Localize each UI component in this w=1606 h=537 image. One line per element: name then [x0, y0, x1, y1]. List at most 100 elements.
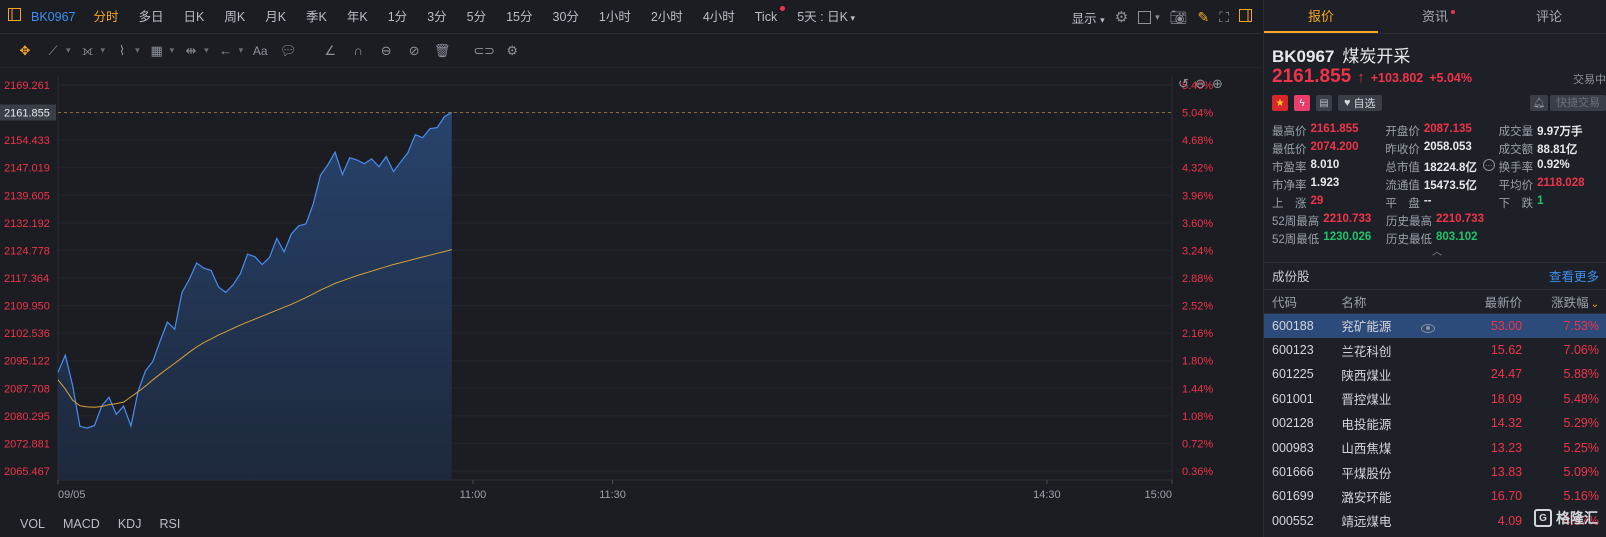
table-row[interactable]: 600188 兖矿能源 53.00 7.53% [1264, 313, 1606, 338]
price-cell: 16.70 [1466, 484, 1530, 508]
period-tab[interactable]: 3分 [417, 0, 456, 34]
period-tab[interactable]: 1小时 [589, 0, 641, 34]
zoom-in-icon[interactable]: ⊕ [1212, 77, 1223, 92]
table-row[interactable]: 601666 平煤股份 13.83 5.09% [1264, 460, 1606, 484]
table-row[interactable]: 000983 山西焦煤 13.23 5.25% [1264, 435, 1606, 459]
fib-tool-icon[interactable]: ▦ [146, 40, 168, 62]
period-tab[interactable]: 30分 [543, 0, 589, 34]
chevron-down-icon[interactable]: ▾ [101, 45, 106, 56]
period-tab[interactable]: 分时 [83, 0, 128, 34]
settings-icon[interactable]: ⚙ [1115, 8, 1128, 26]
period-tab[interactable]: 15分 [496, 0, 542, 34]
period-tab[interactable]: 年K [337, 0, 378, 34]
panel-tab[interactable]: 报价 [1264, 0, 1378, 33]
link-icon[interactable]: ⊂⊃ [473, 40, 495, 62]
stat-value: 2210.733 [1323, 213, 1372, 225]
bell-icon[interactable]: 🔔︎ [1530, 95, 1548, 111]
indicator-tab[interactable]: MACD [55, 517, 108, 531]
indicator-tab[interactable]: KDJ [110, 517, 150, 531]
period-tab[interactable]: 月K [255, 0, 296, 34]
table-row[interactable]: 600123 兰花科创 15.62 7.06% [1264, 338, 1606, 362]
china-flag-icon[interactable]: ★ [1272, 95, 1288, 111]
sidebar-toggle-icon[interactable] [0, 0, 29, 34]
period-tab[interactable]: 周K [214, 0, 255, 34]
comment-tool-icon[interactable]: 💬︎ [277, 40, 299, 62]
table-row[interactable]: 002128 电投能源 14.32 5.29% [1264, 411, 1606, 435]
period-tab[interactable]: 2小时 [641, 0, 693, 34]
stock-name-cell-text: 兖矿能源 [1341, 320, 1392, 335]
panel-toggle-icon[interactable] [1239, 9, 1252, 25]
fullscreen-icon[interactable]: ⛶ [1219, 9, 1229, 26]
chevron-down-icon[interactable]: ▾ [239, 45, 244, 56]
channel-tool-icon[interactable]: ⟗ [77, 40, 99, 62]
chart-canvas[interactable]: 2169.261 5.40%5.04%2154.433 4.68%2147.019 4… [0, 68, 1260, 508]
period-tab-label: 年K [346, 9, 368, 24]
quick-trade-button[interactable]: 快捷交易 [1550, 95, 1606, 111]
magnet-icon[interactable]: ∩ [347, 40, 369, 62]
chevron-down-icon[interactable]: ▾ [170, 45, 175, 56]
collapse-caret-icon[interactable]: ︿ [1432, 243, 1442, 258]
instrument-code[interactable]: BK0967 [29, 0, 83, 34]
table-row[interactable]: 601225 陕西煤业 24.47 5.88% [1264, 362, 1606, 386]
add-watchlist-button[interactable]: ♥ 自选 [1338, 95, 1382, 111]
stock-name-cell-text: 电投能源 [1341, 417, 1392, 432]
line-tool-icon[interactable]: ⟋ [42, 40, 64, 62]
period-tab-label: 分时 [93, 9, 119, 24]
zoom-out-icon[interactable]: ⊖ [1195, 77, 1206, 92]
camera-icon[interactable]: 📷︎ [1170, 9, 1188, 26]
column-header[interactable]: 名称 [1333, 289, 1466, 314]
period-tab[interactable]: 4小时 [693, 0, 745, 34]
stock-code-cell-text: 002128 [1272, 416, 1314, 431]
eye-icon[interactable] [1421, 323, 1436, 333]
display-menu[interactable]: 显示 ▾ [1072, 8, 1105, 27]
period-tab[interactable]: 1分 [378, 0, 417, 34]
stock-name-cell: 山西焦煤 [1333, 435, 1465, 459]
period-tab[interactable]: 日K [174, 0, 215, 34]
indicator-tab[interactable]: VOL [12, 517, 53, 531]
panel-tab[interactable]: 资讯 [1378, 0, 1492, 33]
stock-code-cell-text: 601001 [1272, 391, 1314, 406]
column-header[interactable]: 代码 [1264, 289, 1334, 314]
chevron-down-icon[interactable]: ▾ [66, 45, 71, 56]
lock-icon[interactable]: ⊖ [375, 40, 397, 62]
settings-icon[interactable]: ⚙ [501, 40, 523, 62]
info-icon[interactable]: ⋯ [1482, 159, 1495, 171]
stock-name-cell-text: 平煤股份 [1341, 466, 1392, 481]
angle-tool-icon[interactable]: ∠ [319, 40, 341, 62]
stat-value: 18224.8亿 [1423, 162, 1477, 174]
stock-code-cell-text: 600188 [1272, 318, 1314, 333]
panel-tab[interactable]: 评论 [1492, 0, 1606, 33]
stat-label: 总市值 [1385, 162, 1420, 174]
period-tab[interactable]: Tick [745, 0, 787, 34]
checkbox-icon[interactable] [1138, 10, 1152, 24]
move-cross-icon[interactable]: ✥ [14, 40, 36, 62]
indicator-tab[interactable]: RSI [151, 517, 188, 531]
column-header[interactable]: 涨跌幅 ⌄ [1530, 289, 1606, 314]
undo-icon[interactable]: ↺ [1178, 77, 1189, 92]
period-tab-label: 日K [183, 9, 205, 24]
chevron-down-icon[interactable]: ▾ [1155, 12, 1160, 23]
document-icon[interactable]: ▤ [1316, 95, 1332, 111]
y-tick-pct-label: 0.36% [1182, 466, 1213, 478]
period-tab[interactable]: 5天 : 日K ▾ [787, 0, 865, 34]
period-tab[interactable]: 季K [296, 0, 337, 34]
chevron-down-icon[interactable]: ▾ [135, 45, 140, 56]
lightning-icon[interactable]: ϟ [1294, 95, 1310, 111]
trash-icon[interactable]: 🗑︎ [431, 40, 453, 62]
text-tool-icon[interactable]: Aa [249, 40, 271, 62]
period-tab[interactable]: 5分 [457, 0, 496, 34]
table-row[interactable]: 601699 潞安环能 16.70 5.16% [1264, 484, 1606, 508]
view-more-link[interactable]: 查看更多 [1549, 266, 1599, 285]
range-tool-icon[interactable]: ⇹ [180, 40, 202, 62]
arrow-tool-icon[interactable]: ← [215, 40, 237, 62]
wave-tool-icon[interactable]: ⌇ [111, 40, 133, 62]
stat-value: 15473.5亿 [1423, 180, 1477, 192]
pencil-icon[interactable]: ✎ [1197, 9, 1209, 26]
period-tab[interactable]: 多日 [129, 0, 174, 34]
chevron-down-icon[interactable]: ▾ [204, 45, 209, 56]
hide-icon[interactable]: ⊘ [403, 40, 425, 62]
intraday-chart[interactable]: 2169.261 5.40% 5.04% 2154.433 4.68% 2147.019 4… [0, 68, 1260, 508]
column-header[interactable]: 最新价 [1465, 289, 1531, 314]
y-tick-pct-label: 3.60% [1182, 218, 1213, 230]
table-row[interactable]: 601001 晋控煤业 18.09 5.48% [1264, 387, 1606, 411]
